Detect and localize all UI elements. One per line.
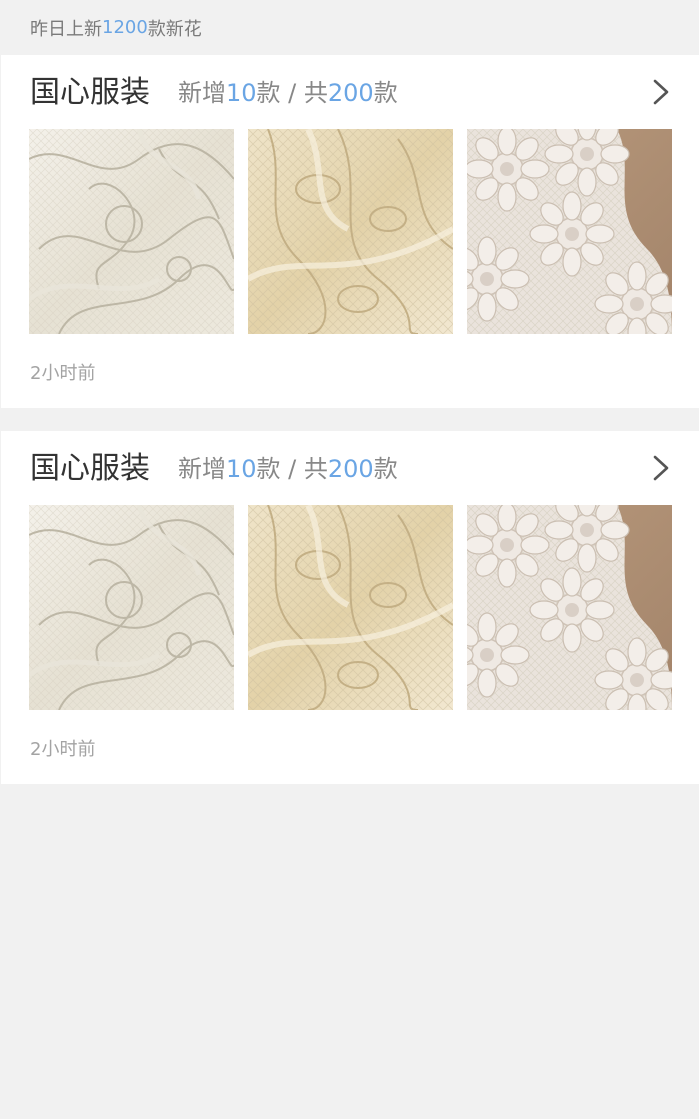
total-unit: 款 <box>373 79 398 107</box>
chevron-right-icon[interactable] <box>649 455 673 481</box>
added-count: 10 <box>226 455 257 483</box>
added-prefix: 新增 <box>178 79 226 107</box>
added-unit: 款 <box>256 79 281 107</box>
added-unit: 款 <box>256 455 281 483</box>
total-prefix: 共 <box>303 79 328 107</box>
post-time: 2小时前 <box>30 739 96 760</box>
added-count: 10 <box>226 79 257 107</box>
summary-prefix: 昨日上新 <box>30 18 102 40</box>
shop-card-header[interactable]: 国心服装 新增10款 / 共200款 <box>1 431 699 507</box>
product-image-crochet-flower-lace[interactable] <box>467 505 672 710</box>
total-count: 200 <box>327 79 374 107</box>
shop-stats: 新增10款 / 共200款 <box>178 76 398 110</box>
chevron-right-icon[interactable] <box>649 79 673 105</box>
stats-separator: / <box>280 455 304 483</box>
total-prefix: 共 <box>303 455 328 483</box>
product-image-cream-lace[interactable] <box>248 129 453 334</box>
post-time: 2小时前 <box>30 363 96 384</box>
shop-name: 国心服装 <box>30 451 150 486</box>
summary-suffix: 款新花 <box>147 18 202 40</box>
stats-separator: / <box>280 79 304 107</box>
total-count: 200 <box>327 455 374 483</box>
product-thumbnails <box>29 129 672 334</box>
product-image-crochet-flower-lace[interactable] <box>467 129 672 334</box>
added-prefix: 新增 <box>178 455 226 483</box>
product-image-white-lace[interactable] <box>29 505 234 710</box>
shop-stats: 新增10款 / 共200款 <box>178 452 398 486</box>
product-thumbnails <box>29 505 672 710</box>
summary-count: 1200 <box>102 17 148 38</box>
shop-name: 国心服装 <box>30 75 150 110</box>
shop-card-header[interactable]: 国心服装 新增10款 / 共200款 <box>1 55 699 131</box>
new-arrivals-summary: 昨日上新 1200 款新花 <box>0 0 699 55</box>
shop-card[interactable]: 国心服装 新增10款 / 共200款 2小时前 <box>1 55 699 408</box>
total-unit: 款 <box>373 455 398 483</box>
product-image-cream-lace[interactable] <box>248 505 453 710</box>
product-image-white-lace[interactable] <box>29 129 234 334</box>
shop-card[interactable]: 国心服装 新增10款 / 共200款 2小时前 <box>1 431 699 784</box>
